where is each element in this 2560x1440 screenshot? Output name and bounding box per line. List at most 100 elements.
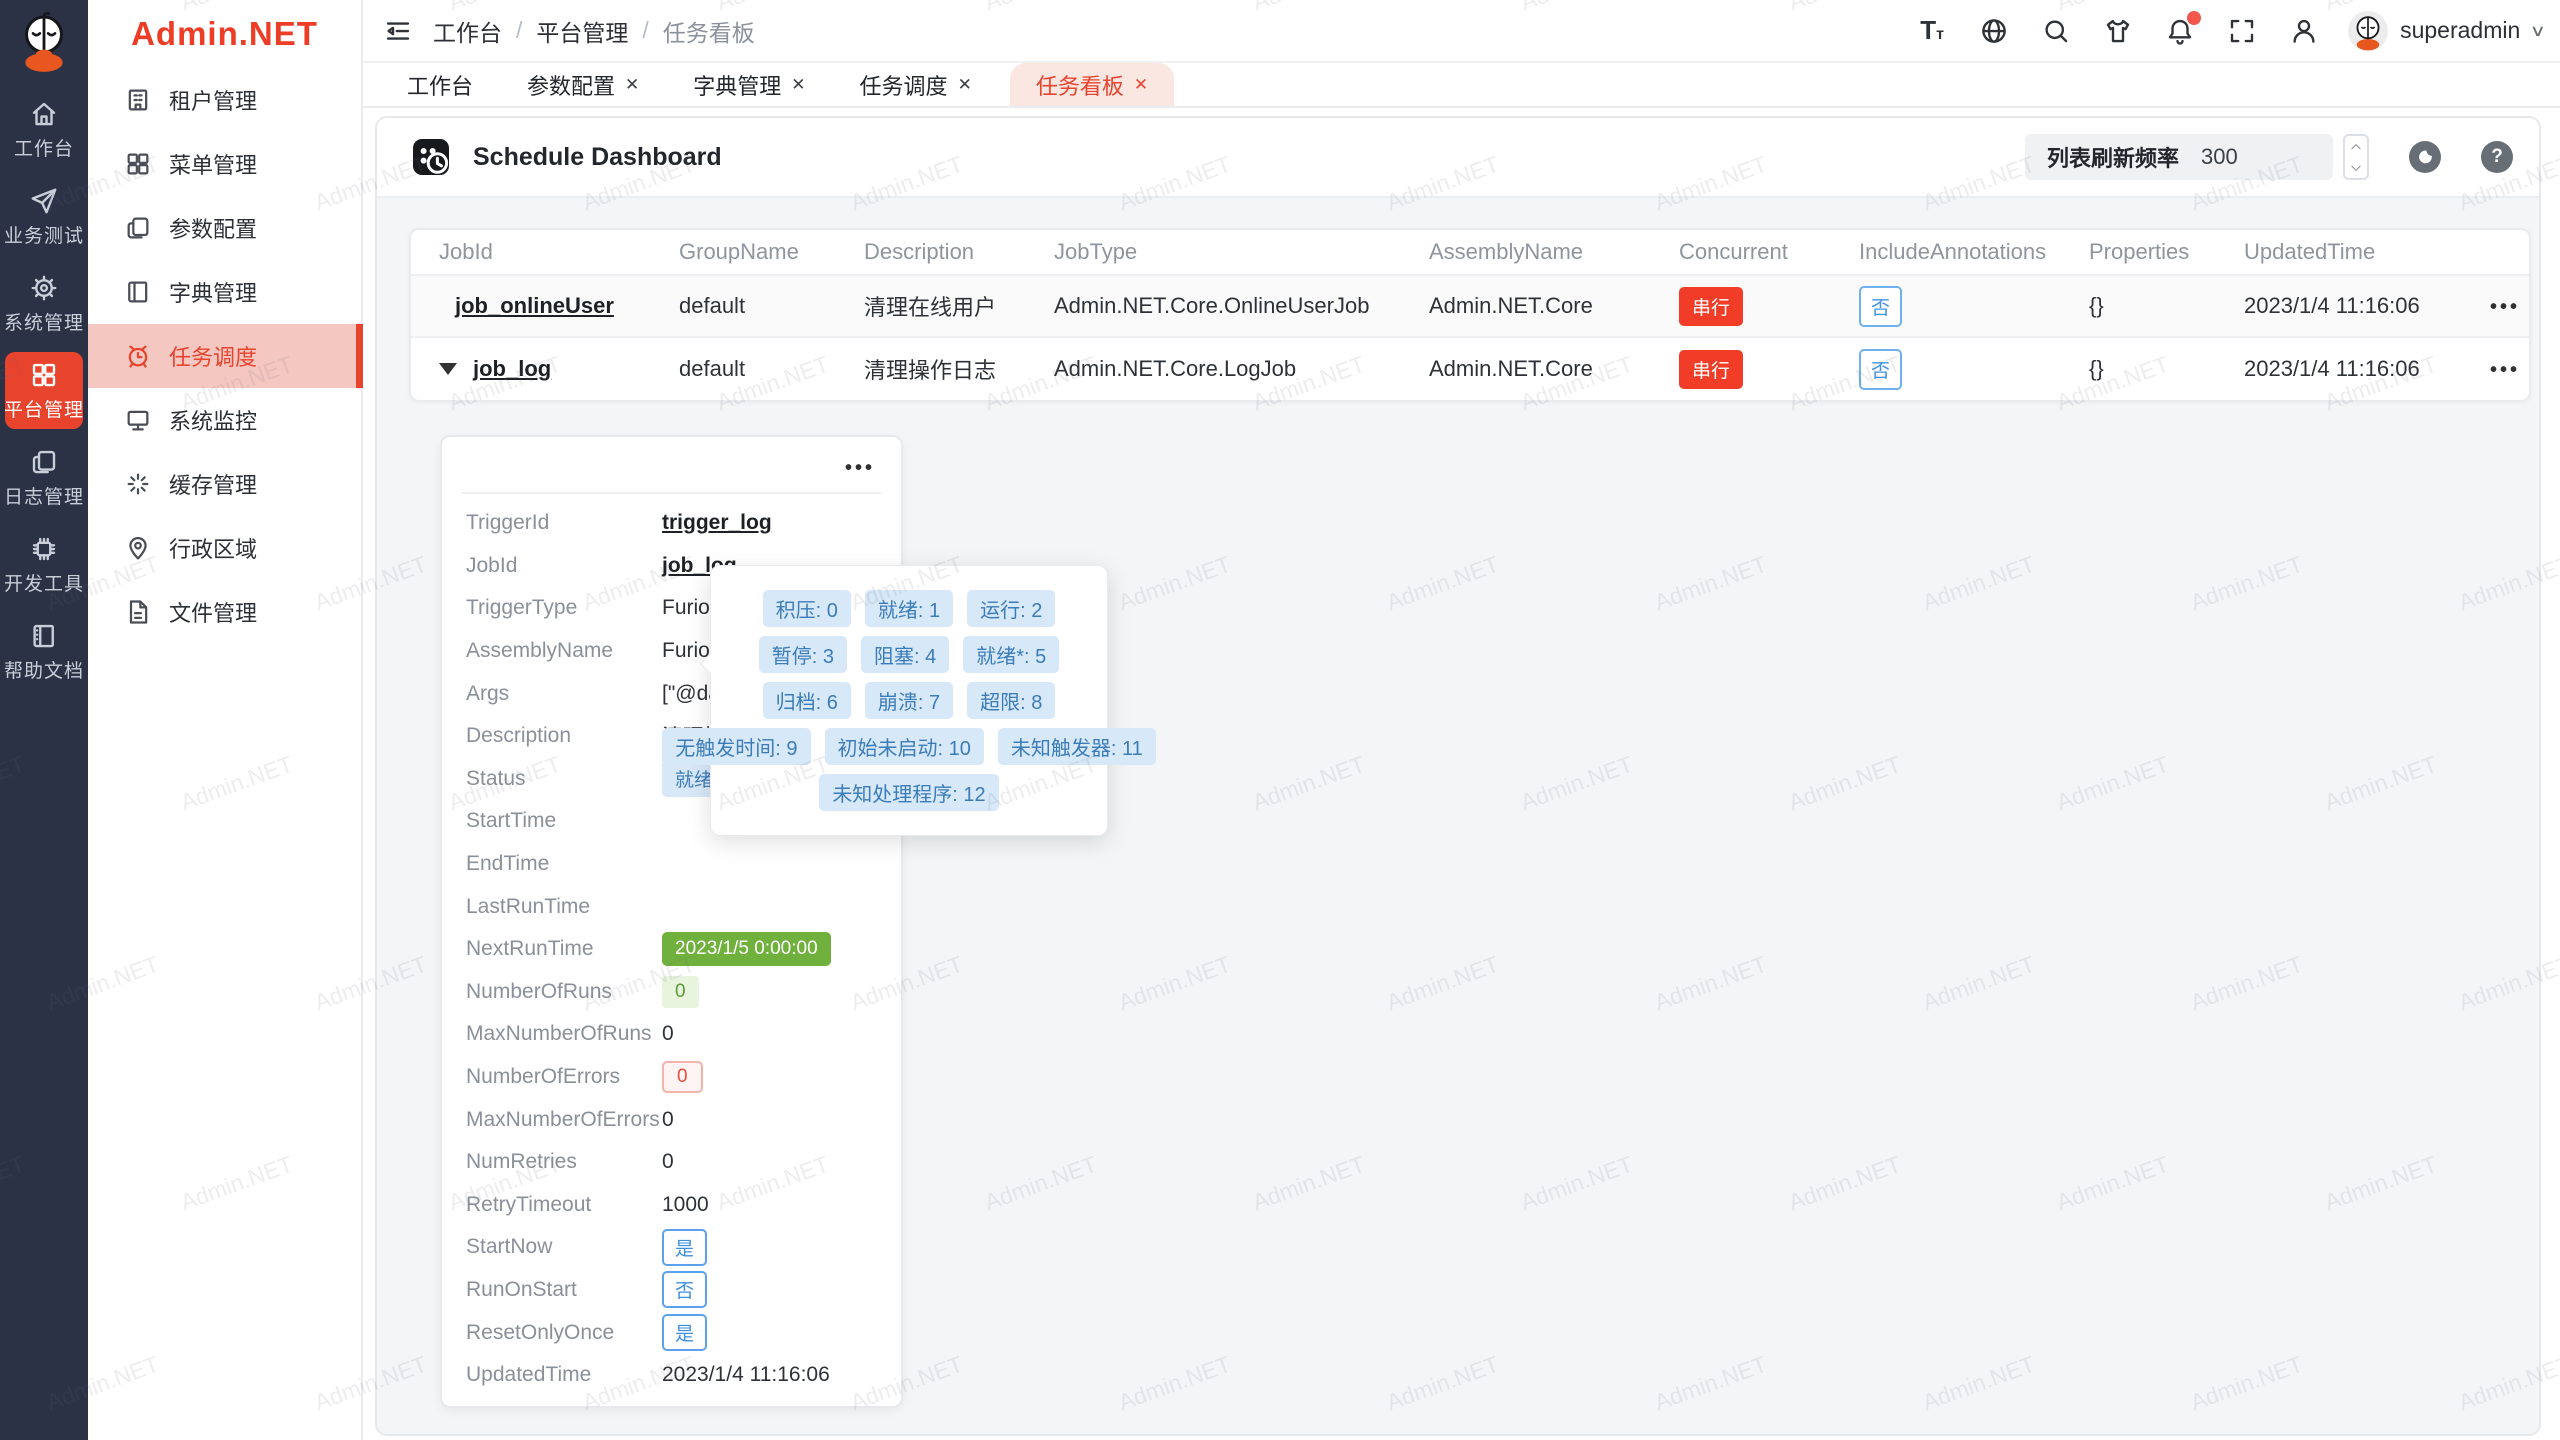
page-title: Schedule Dashboard <box>473 143 722 172</box>
status-tag: 暂停: 3 <box>759 636 847 673</box>
dashboard-toolbar: Schedule Dashboard 列表刷新频率 <box>377 118 2539 198</box>
dashboard-body: JobId GroupName Description JobType Asse… <box>377 198 2539 1434</box>
close-icon[interactable]: ✕ <box>791 75 805 95</box>
tab-config[interactable]: 参数配置 ✕ <box>511 63 655 106</box>
breadcrumb: 工作台 / 平台管理 / 任务看板 <box>433 14 755 48</box>
popover-row: 归档: 6 崩溃: 7 超限: 8 <box>725 682 1093 719</box>
sidebar-item-region[interactable]: 行政区域 <box>88 516 361 580</box>
sidebar-item-label: 参数配置 <box>169 212 257 244</box>
location-pin-icon <box>124 534 152 562</box>
sidebar-collapse-button[interactable] <box>381 14 415 48</box>
concurrent-tag: 串行 <box>1679 350 1743 389</box>
copy-icon <box>124 214 152 242</box>
stepper-down-button[interactable] <box>2345 157 2367 178</box>
breadcrumb-item[interactable]: 工作台 <box>433 14 502 48</box>
collapse-row-button[interactable] <box>439 363 457 375</box>
row-more-button[interactable]: ••• <box>2484 359 2520 381</box>
grid-icon <box>124 150 152 178</box>
breadcrumb-item[interactable]: 平台管理 <box>536 14 628 48</box>
search-button[interactable] <box>2038 13 2074 49</box>
job-type-cell: Admin.NET.Core.OnlineUserJob <box>1054 293 1429 319</box>
updated-time-cell: 2023/1/4 11:16:06 <box>2244 356 2484 382</box>
rail-item-devtools[interactable]: 开发工具 <box>5 526 83 603</box>
tab-dashboard[interactable]: 任务看板 ✕ <box>1010 63 1174 106</box>
grid-icon <box>29 360 59 390</box>
rail-item-logs[interactable]: 日志管理 <box>5 439 83 516</box>
sidebar-item-monitor[interactable]: 系统监控 <box>88 388 361 452</box>
sidebar-item-cache[interactable]: 缓存管理 <box>88 452 361 516</box>
rail-item-label: 系统管理 <box>4 308 84 335</box>
column-header: Concurrent <box>1679 239 1859 265</box>
status-tag: 运行: 2 <box>967 590 1055 627</box>
notifications-button[interactable] <box>2162 13 2198 49</box>
person-icon <box>2289 16 2319 46</box>
font-size-button[interactable]: Tт <box>1914 13 1950 49</box>
profile-button[interactable] <box>2286 13 2322 49</box>
brand-avatar[interactable] <box>16 10 72 72</box>
help-button[interactable]: ? <box>2481 141 2513 173</box>
tshirt-icon <box>2103 16 2133 46</box>
refresh-rate-field: 列表刷新频率 <box>2025 134 2333 180</box>
table-row: job_onlineUser default 清理在线用户 Admin.NET.… <box>411 276 2529 338</box>
home-icon <box>29 99 59 129</box>
status-legend-popover: 积压: 0 就绪: 1 运行: 2 暂停: 3 阻塞: 4 就绪*: 5 归档:… <box>710 565 1108 836</box>
sidebar-item-label: 任务调度 <box>169 340 257 372</box>
refresh-rate-stepper <box>2343 134 2369 180</box>
refresh-rate-input[interactable] <box>2201 144 2311 170</box>
status-tag: 就绪: 1 <box>865 590 953 627</box>
rail-item-workbench[interactable]: 工作台 <box>5 91 83 168</box>
sidebar-item-menu[interactable]: 菜单管理 <box>88 132 361 196</box>
tab-workbench[interactable]: 工作台 <box>391 63 489 106</box>
trigger-id-link[interactable]: trigger_log <box>662 511 772 535</box>
dashboard-card: Schedule Dashboard 列表刷新频率 <box>375 116 2541 1436</box>
theme-button[interactable] <box>2100 13 2136 49</box>
tab-bar: 工作台 参数配置 ✕ 字典管理 ✕ 任务调度 ✕ 任务看板 ✕ <box>363 63 2560 108</box>
tab-label: 任务看板 <box>1036 69 1124 101</box>
rail-item-docs[interactable]: 帮助文档 <box>5 613 83 690</box>
rail-item-biz-test[interactable]: 业务测试 <box>5 178 83 255</box>
assembly-name-cell: Admin.NET.Core <box>1429 293 1679 319</box>
close-icon[interactable]: ✕ <box>958 75 972 95</box>
row-more-button[interactable]: ••• <box>2484 296 2520 318</box>
status-tag: 超限: 8 <box>967 682 1055 719</box>
job-id-link[interactable]: job_log <box>473 356 551 382</box>
tab-schedule[interactable]: 任务调度 ✕ <box>844 63 988 106</box>
loading-icon <box>124 470 152 498</box>
detail-row: EndTime <box>466 843 877 886</box>
sidebar-item-config[interactable]: 参数配置 <box>88 196 361 260</box>
tab-dict[interactable]: 字典管理 ✕ <box>677 63 821 106</box>
user-menu[interactable]: superadmin ∨ <box>2348 11 2544 51</box>
sidebar-item-dict[interactable]: 字典管理 <box>88 260 361 324</box>
status-tag: 就绪*: 5 <box>963 636 1059 673</box>
detail-row: UpdatedTime2023/1/4 11:16:06 <box>466 1354 877 1397</box>
sidebar-item-files[interactable]: 文件管理 <box>88 580 361 644</box>
rail-item-system[interactable]: 系统管理 <box>5 265 83 342</box>
rail-item-label: 工作台 <box>14 134 74 161</box>
column-header: AssemblyName <box>1429 239 1679 265</box>
fullscreen-button[interactable] <box>2224 13 2260 49</box>
refresh-rate-label: 列表刷新频率 <box>2047 141 2179 173</box>
stepper-up-button[interactable] <box>2345 136 2367 157</box>
detail-more-button[interactable]: ••• <box>466 451 877 492</box>
breadcrumb-separator: / <box>642 17 648 44</box>
sidebar-item-label: 租户管理 <box>169 84 257 116</box>
sidebar-item-tenant[interactable]: 租户管理 <box>88 68 361 132</box>
close-icon[interactable]: ✕ <box>1134 75 1148 95</box>
question-mark-icon: ? <box>2491 146 2503 168</box>
close-icon[interactable]: ✕ <box>625 75 639 95</box>
dark-mode-button[interactable] <box>2409 141 2441 173</box>
top-navbar: 工作台 / 平台管理 / 任务看板 Tт <box>363 0 2560 63</box>
rail-item-label: 业务测试 <box>4 221 84 248</box>
chip-icon <box>29 534 59 564</box>
sidebar-item-schedule[interactable]: 任务调度 <box>88 324 361 388</box>
job-id-link[interactable]: job_onlineUser <box>455 293 614 319</box>
language-button[interactable] <box>1976 13 2012 49</box>
chevron-down-icon <box>2349 161 2363 175</box>
rail-item-label: 帮助文档 <box>4 656 84 683</box>
brand-logo[interactable]: Admin.NET <box>88 0 361 68</box>
jobs-table: JobId GroupName Description JobType Asse… <box>409 228 2531 402</box>
app-root: 工作台 业务测试 系统管理 平台管理 日志管理 开发工具 帮助文档 <box>0 0 2560 1440</box>
next-run-time-badge: 2023/1/5 0:00:00 <box>662 932 831 966</box>
rail-item-platform[interactable]: 平台管理 <box>5 352 83 429</box>
description-cell: 清理操作日志 <box>864 353 1054 385</box>
